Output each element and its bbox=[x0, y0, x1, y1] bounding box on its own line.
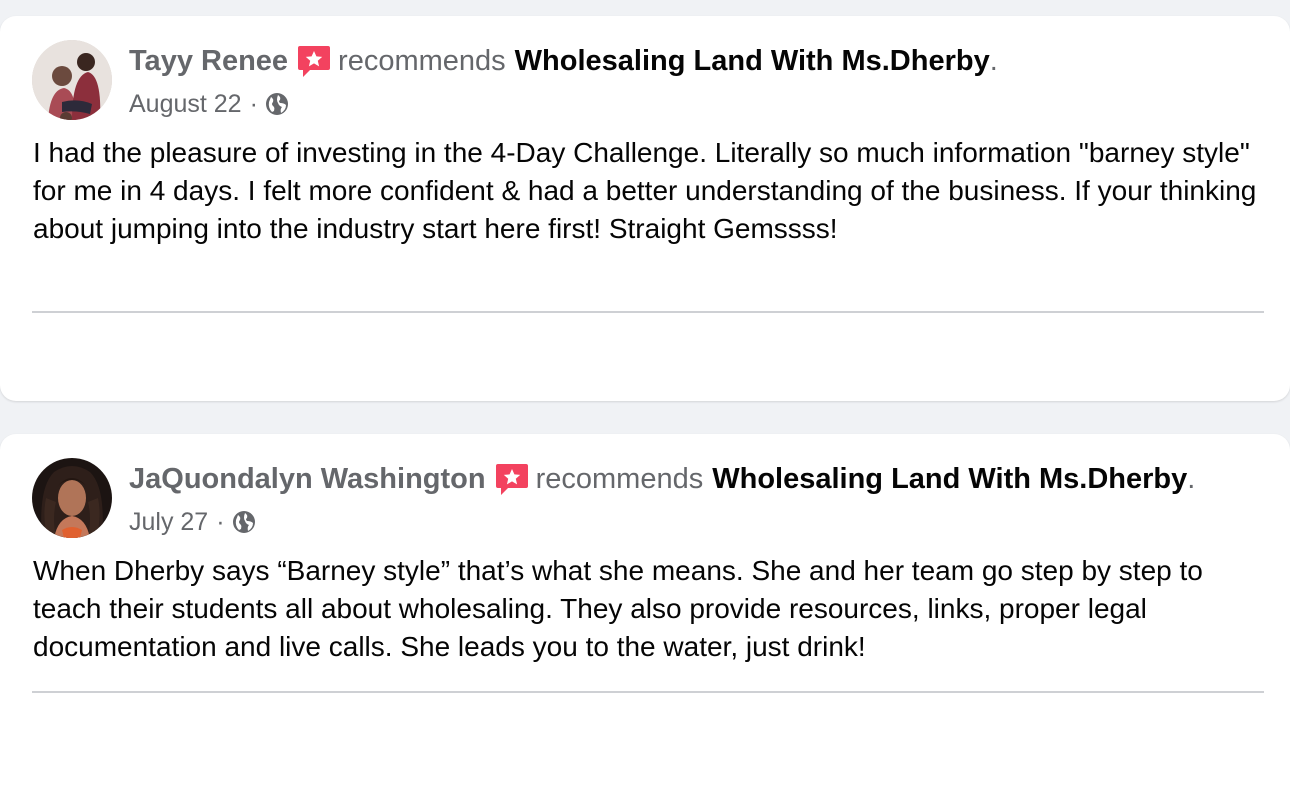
meta-separator: · bbox=[249, 89, 258, 118]
author-name[interactable]: Tayy Renee bbox=[129, 40, 288, 82]
post-meta: August 22 · bbox=[129, 86, 289, 122]
meta-separator: · bbox=[216, 507, 225, 536]
period: . bbox=[989, 45, 998, 77]
divider bbox=[32, 691, 1264, 693]
avatar[interactable] bbox=[32, 40, 112, 120]
divider bbox=[32, 311, 1264, 313]
recommend-star-icon bbox=[296, 43, 332, 79]
post-date[interactable]: August 22 bbox=[129, 90, 242, 119]
review-header: Tayy Renee recommends Wholesaling Land W… bbox=[129, 40, 998, 82]
author-name[interactable]: JaQuondalyn Washington bbox=[129, 458, 486, 500]
avatar[interactable] bbox=[32, 458, 112, 538]
recommends-label: recommends bbox=[535, 463, 704, 495]
recommend-star-icon bbox=[494, 461, 530, 497]
review-text: When Dherby says “Barney style” that’s w… bbox=[33, 555, 1203, 662]
page-name-link[interactable]: Wholesaling Land With Ms.Dherby bbox=[712, 458, 1187, 500]
review-card: JaQuondalyn Washington recommends Wholes… bbox=[0, 434, 1290, 794]
post-date[interactable]: July 27 bbox=[129, 508, 208, 537]
review-text: I had the pleasure of investing in the 4… bbox=[33, 137, 1257, 244]
review-header: JaQuondalyn Washington recommends Wholes… bbox=[129, 458, 1195, 500]
globe-icon[interactable] bbox=[232, 510, 256, 534]
globe-icon[interactable] bbox=[265, 92, 289, 116]
recommends-label: recommends bbox=[338, 45, 506, 77]
period: . bbox=[1187, 463, 1196, 495]
page-name-link[interactable]: Wholesaling Land With Ms.Dherby bbox=[515, 40, 990, 82]
post-meta: July 27 · bbox=[129, 504, 256, 540]
review-card: Tayy Renee recommends Wholesaling Land W… bbox=[0, 16, 1290, 401]
